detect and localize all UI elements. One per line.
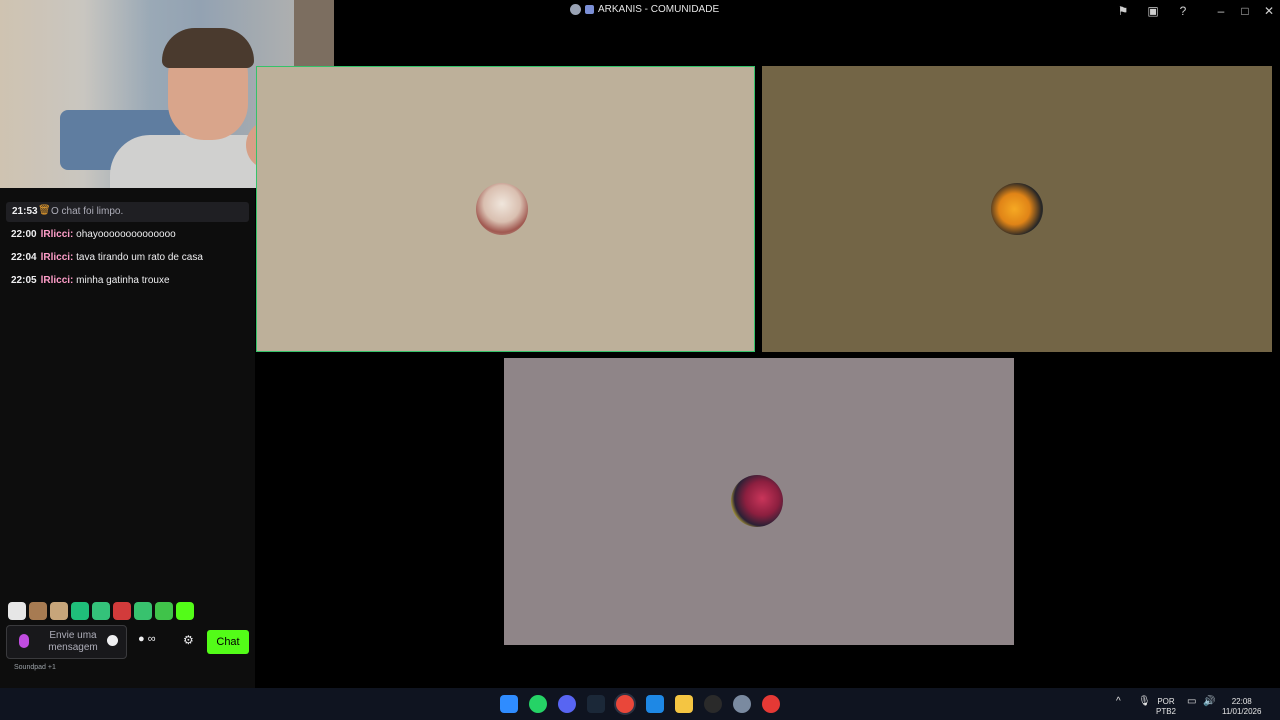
network-icon[interactable]: ▭ <box>1187 697 1196 707</box>
gear-icon[interactable]: ⚙ <box>183 633 194 647</box>
message-text: ohayoooooooooooooo <box>73 229 176 240</box>
emote-icon[interactable] <box>155 602 173 620</box>
discord-icon[interactable] <box>558 695 576 713</box>
video-tile-2[interactable] <box>762 66 1272 352</box>
points-label: ∞ <box>147 633 156 645</box>
chat-message: 22:05 lRlicci: minha gatinha trouxe <box>11 275 170 286</box>
app-icon[interactable] <box>646 695 664 713</box>
emote-icon[interactable] <box>71 602 89 620</box>
emote-icon[interactable] <box>8 602 26 620</box>
webcam-person-hair <box>162 28 254 68</box>
video-tile-1[interactable] <box>256 66 755 352</box>
language-label: POR <box>1157 697 1175 706</box>
channel-points[interactable]: ● ∞ <box>138 633 156 645</box>
clock-date: 11/01/2026 <box>1222 707 1262 716</box>
steam-icon[interactable] <box>587 695 605 713</box>
minimize-icon[interactable]: – <box>1214 4 1228 18</box>
emote-icon[interactable] <box>113 602 131 620</box>
emoji-icon[interactable] <box>107 635 118 646</box>
emote-icon[interactable] <box>50 602 68 620</box>
chat-panel: 21:53 🗑 O chat foi limpo. 22:00 lRlicci: … <box>0 188 255 688</box>
maximize-icon[interactable]: □ <box>1238 4 1252 18</box>
language-indicator[interactable]: POR PTB2 <box>1156 697 1176 717</box>
taskbar <box>0 688 1280 720</box>
emote-icon[interactable] <box>176 602 194 620</box>
file-explorer-icon[interactable] <box>675 695 693 713</box>
help-icon[interactable]: ? <box>1176 4 1190 18</box>
screen-share-icon[interactable]: ▣ <box>1146 4 1160 18</box>
whatsapp-icon[interactable] <box>529 695 547 713</box>
chevron-up-icon[interactable]: ^ <box>1116 697 1121 707</box>
system-message-text: O chat foi limpo. <box>51 206 124 217</box>
emote-icon[interactable] <box>29 602 47 620</box>
participant-avatar[interactable] <box>731 475 783 527</box>
server-icon <box>585 5 594 14</box>
volume-icon[interactable]: 🔊 <box>1203 697 1215 707</box>
video-tile-3[interactable] <box>504 358 1014 645</box>
participant-avatar[interactable] <box>476 183 528 235</box>
chrome-icon[interactable] <box>616 695 634 713</box>
windows-start-icon[interactable] <box>500 695 518 713</box>
microphone-icon[interactable] <box>19 634 29 648</box>
participant-avatar[interactable] <box>991 183 1043 235</box>
trash-icon: 🗑 <box>38 205 51 216</box>
message-text: tava tirando um rato de casa <box>73 252 203 263</box>
chat-input[interactable]: Envie uma mensagem <box>6 625 127 659</box>
message-text: minha gatinha trouxe <box>73 275 170 286</box>
clock-time: 22:08 <box>1231 697 1252 706</box>
emote-icon[interactable] <box>92 602 110 620</box>
chat-send-button[interactable]: Chat <box>207 630 249 654</box>
close-icon[interactable]: ✕ <box>1262 4 1276 18</box>
app-icon <box>570 4 581 15</box>
flag-icon[interactable]: ⚑ <box>1116 4 1130 18</box>
microphone-tray-icon[interactable]: 🎙 <box>1138 697 1151 707</box>
system-message-time: 21:53 <box>12 206 38 217</box>
system-message: 21:53 🗑 O chat foi limpo. <box>6 202 249 222</box>
window-title-text: ARKANIS - COMUNIDADE <box>598 4 720 15</box>
chat-input-placeholder: Envie uma mensagem <box>48 630 98 653</box>
message-user[interactable]: lRlicci: <box>41 229 74 240</box>
window-title: ARKANIS - COMUNIDADE <box>570 4 719 15</box>
emote-icon[interactable] <box>134 602 152 620</box>
message-time: 22:05 <box>11 275 37 286</box>
youtube-icon[interactable] <box>762 695 780 713</box>
message-time: 22:00 <box>11 229 37 240</box>
settings-icon[interactable] <box>733 695 751 713</box>
obs-icon[interactable] <box>704 695 722 713</box>
chat-message: 22:04 lRlicci: tava tirando um rato de ca… <box>11 252 203 263</box>
emote-bar <box>8 602 194 620</box>
message-time: 22:04 <box>11 252 37 263</box>
message-user[interactable]: lRlicci: <box>41 275 74 286</box>
keyboard-layout-label: PTB2 <box>1156 707 1177 716</box>
chat-message: 22:00 lRlicci: ohayoooooooooooooo <box>11 229 176 240</box>
clock[interactable]: 22:08 11/01/2026 <box>1222 697 1261 717</box>
soundpad-status: Soundpad +1 <box>14 664 56 671</box>
message-user[interactable]: lRlicci: <box>41 252 74 263</box>
